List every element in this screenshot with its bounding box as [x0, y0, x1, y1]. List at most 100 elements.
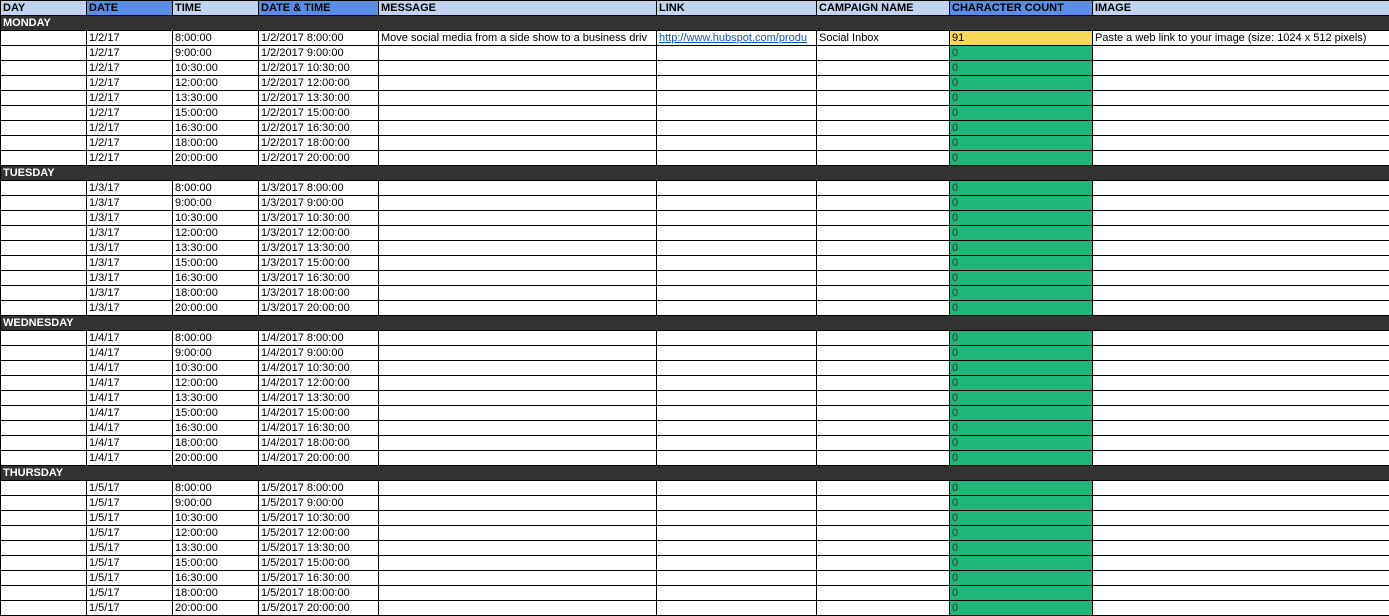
cell-time[interactable]: 13:30:00: [173, 541, 259, 556]
cell-campaign[interactable]: [817, 136, 950, 151]
cell-datetime[interactable]: 1/5/2017 18:00:00: [259, 586, 379, 601]
cell-message[interactable]: [379, 331, 657, 346]
cell-datetime[interactable]: 1/4/2017 20:00:00: [259, 451, 379, 466]
cell-campaign[interactable]: [817, 241, 950, 256]
cell-datetime[interactable]: 1/2/2017 15:00:00: [259, 106, 379, 121]
cell-date[interactable]: 1/5/17: [87, 526, 173, 541]
cell-time[interactable]: 20:00:00: [173, 601, 259, 616]
cell-message[interactable]: [379, 511, 657, 526]
cell-character-count[interactable]: 0: [950, 46, 1093, 61]
cell-character-count[interactable]: 0: [950, 541, 1093, 556]
header-message[interactable]: MESSAGE: [379, 1, 657, 16]
cell-datetime[interactable]: 1/4/2017 12:00:00: [259, 376, 379, 391]
cell-time[interactable]: 13:30:00: [173, 391, 259, 406]
cell-image[interactable]: [1093, 391, 1389, 406]
cell-campaign[interactable]: [817, 286, 950, 301]
cell-message[interactable]: [379, 406, 657, 421]
cell-link[interactable]: [657, 571, 817, 586]
cell-day[interactable]: [1, 526, 87, 541]
cell-time[interactable]: 15:00:00: [173, 406, 259, 421]
cell-image[interactable]: [1093, 181, 1389, 196]
cell-image[interactable]: [1093, 331, 1389, 346]
cell-time[interactable]: 8:00:00: [173, 481, 259, 496]
cell-campaign[interactable]: [817, 226, 950, 241]
cell-campaign[interactable]: [817, 46, 950, 61]
cell-day[interactable]: [1, 331, 87, 346]
cell-time[interactable]: 18:00:00: [173, 586, 259, 601]
cell-image[interactable]: [1093, 436, 1389, 451]
cell-character-count[interactable]: 0: [950, 181, 1093, 196]
cell-image[interactable]: [1093, 121, 1389, 136]
cell-datetime[interactable]: 1/4/2017 18:00:00: [259, 436, 379, 451]
cell-message[interactable]: [379, 601, 657, 616]
cell-time[interactable]: 12:00:00: [173, 76, 259, 91]
cell-campaign[interactable]: [817, 346, 950, 361]
cell-campaign[interactable]: [817, 391, 950, 406]
cell-campaign[interactable]: [817, 481, 950, 496]
cell-image[interactable]: [1093, 511, 1389, 526]
cell-image[interactable]: [1093, 76, 1389, 91]
cell-datetime[interactable]: 1/2/2017 12:00:00: [259, 76, 379, 91]
cell-date[interactable]: 1/3/17: [87, 256, 173, 271]
cell-campaign[interactable]: [817, 271, 950, 286]
cell-image[interactable]: [1093, 406, 1389, 421]
cell-time[interactable]: 10:30:00: [173, 211, 259, 226]
cell-message[interactable]: [379, 136, 657, 151]
header-campaign-name[interactable]: CAMPAIGN NAME: [817, 1, 950, 16]
cell-date[interactable]: 1/4/17: [87, 346, 173, 361]
cell-time[interactable]: 13:30:00: [173, 91, 259, 106]
cell-day[interactable]: [1, 226, 87, 241]
cell-message[interactable]: [379, 61, 657, 76]
cell-day[interactable]: [1, 391, 87, 406]
cell-link[interactable]: [657, 391, 817, 406]
cell-message[interactable]: [379, 421, 657, 436]
cell-image[interactable]: [1093, 301, 1389, 316]
cell-message[interactable]: [379, 256, 657, 271]
cell-campaign[interactable]: [817, 406, 950, 421]
header-image[interactable]: IMAGE: [1093, 1, 1389, 16]
cell-character-count[interactable]: 0: [950, 91, 1093, 106]
cell-image[interactable]: [1093, 286, 1389, 301]
cell-image[interactable]: [1093, 481, 1389, 496]
cell-day[interactable]: [1, 361, 87, 376]
cell-campaign[interactable]: [817, 586, 950, 601]
cell-time[interactable]: 8:00:00: [173, 31, 259, 46]
cell-image[interactable]: [1093, 571, 1389, 586]
cell-campaign[interactable]: [817, 511, 950, 526]
cell-day[interactable]: [1, 136, 87, 151]
cell-link[interactable]: [657, 271, 817, 286]
header-date[interactable]: DATE: [87, 1, 173, 16]
cell-time[interactable]: 13:30:00: [173, 241, 259, 256]
cell-message[interactable]: [379, 541, 657, 556]
cell-date[interactable]: 1/4/17: [87, 361, 173, 376]
cell-time[interactable]: 9:00:00: [173, 196, 259, 211]
cell-message[interactable]: Move social media from a side show to a …: [379, 31, 657, 46]
cell-link[interactable]: [657, 601, 817, 616]
cell-date[interactable]: 1/4/17: [87, 451, 173, 466]
cell-image[interactable]: [1093, 496, 1389, 511]
cell-datetime[interactable]: 1/5/2017 8:00:00: [259, 481, 379, 496]
cell-date[interactable]: 1/5/17: [87, 571, 173, 586]
cell-character-count[interactable]: 0: [950, 286, 1093, 301]
cell-image[interactable]: [1093, 226, 1389, 241]
cell-link[interactable]: [657, 421, 817, 436]
cell-campaign[interactable]: [817, 376, 950, 391]
cell-character-count[interactable]: 0: [950, 76, 1093, 91]
cell-time[interactable]: 20:00:00: [173, 451, 259, 466]
cell-campaign[interactable]: [817, 601, 950, 616]
cell-date[interactable]: 1/5/17: [87, 541, 173, 556]
cell-campaign[interactable]: [817, 61, 950, 76]
cell-image[interactable]: [1093, 361, 1389, 376]
cell-image[interactable]: [1093, 211, 1389, 226]
cell-datetime[interactable]: 1/2/2017 16:30:00: [259, 121, 379, 136]
cell-link[interactable]: [657, 46, 817, 61]
cell-date[interactable]: 1/5/17: [87, 496, 173, 511]
cell-time[interactable]: 9:00:00: [173, 46, 259, 61]
cell-message[interactable]: [379, 436, 657, 451]
cell-link[interactable]: [657, 76, 817, 91]
cell-link[interactable]: [657, 436, 817, 451]
cell-message[interactable]: [379, 151, 657, 166]
cell-day[interactable]: [1, 496, 87, 511]
cell-message[interactable]: [379, 271, 657, 286]
cell-date[interactable]: 1/2/17: [87, 121, 173, 136]
